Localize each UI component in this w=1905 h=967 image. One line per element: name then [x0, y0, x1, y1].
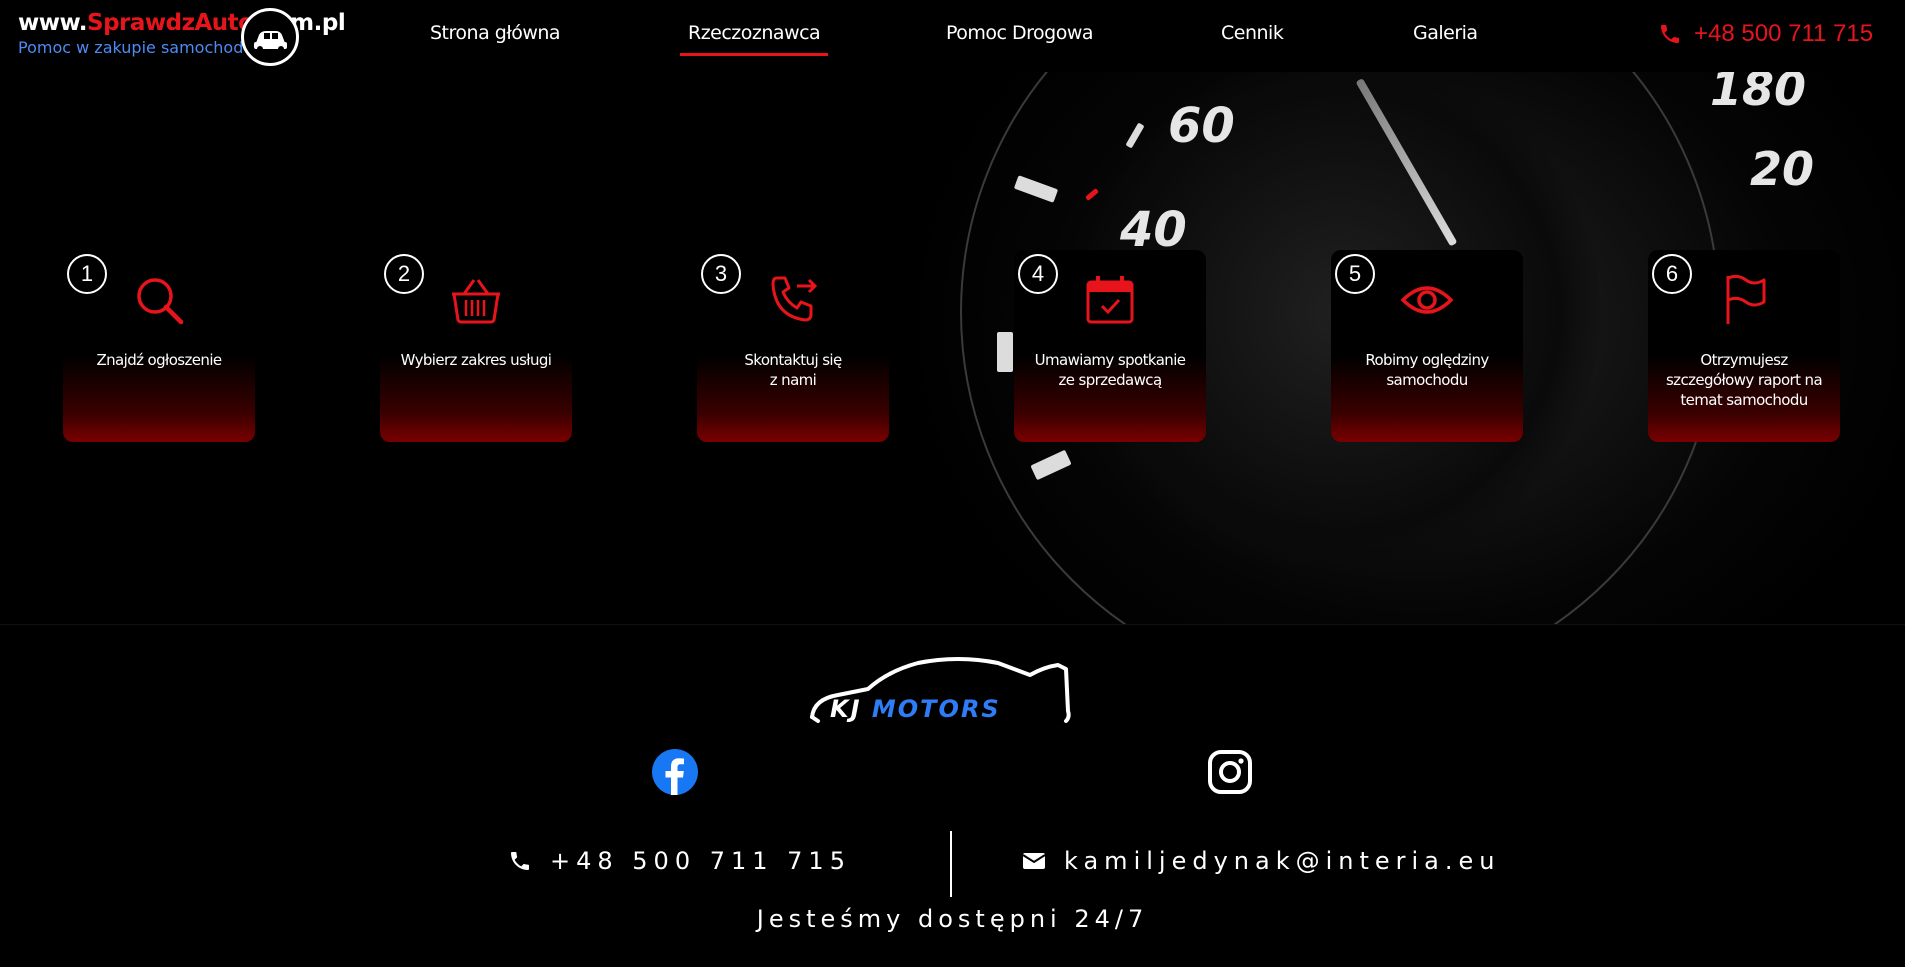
step-number-badge: 5 [1335, 254, 1375, 294]
envelope-icon [1022, 853, 1046, 869]
step-label: Otrzymujesz szczegółowy raport na temat sa… [1665, 351, 1823, 409]
logo-tagline: Pomoc w zakupie samochodu [18, 38, 254, 57]
process-step-5: 5 Robimy oględziny samochodu [1331, 250, 1523, 442]
site-logo[interactable]: www.SprawdzAuto.com.pl Pomoc w zakupie s… [16, 8, 346, 66]
brand-wordmark: KJ MOTORS [830, 695, 1001, 723]
step-label: Robimy oględziny samochodu [1365, 351, 1489, 389]
step-label: Umawiamy spotkanie ze sprzedawcą [1034, 351, 1186, 389]
process-step-1: 1 Znajdź ogłoszenie [63, 250, 255, 442]
basket-icon [452, 279, 500, 324]
phone-icon [511, 852, 529, 870]
header-phone-link[interactable]: +48 500 711 715 [1658, 20, 1873, 48]
flag-icon [1726, 274, 1766, 324]
calendar-check-icon [1086, 276, 1134, 324]
process-step-3: 3 Skontaktuj się z nami [697, 250, 889, 442]
gauge-number: 60 [1168, 98, 1235, 154]
process-step-2: 2 Wybierz zakres usługi [380, 250, 572, 442]
search-icon [137, 278, 184, 325]
footer-phone-link[interactable]: +48 500 711 715 [508, 847, 851, 875]
step-label: Skontaktuj się z nami [744, 351, 842, 389]
instagram-icon[interactable] [1207, 749, 1253, 795]
logo-car-badge-icon [241, 8, 299, 66]
site-footer: KJ MOTORS +48 500 711 715 kamiljedynak@i… [0, 624, 1905, 967]
nav-cennik[interactable]: Cennik [1221, 22, 1284, 44]
site-header: www.SprawdzAuto.com.pl Pomoc w zakupie s… [0, 0, 1905, 72]
gauge-tick [997, 332, 1013, 372]
facebook-icon[interactable] [652, 749, 698, 795]
eye-icon [1400, 286, 1454, 314]
nav-pomoc-drogowa[interactable]: Pomoc Drogowa [946, 22, 1094, 44]
header-phone-number: +48 500 711 715 [1694, 20, 1874, 47]
process-step-6: 6 Otrzymujesz szczegółowy raport na temat … [1648, 250, 1840, 442]
gauge-number: 20 [1750, 142, 1815, 196]
footer-phone-number: +48 500 711 715 [550, 847, 851, 875]
step-number-badge: 2 [384, 254, 424, 294]
step-number-badge: 1 [67, 254, 107, 294]
process-section: 60 40 180 20 1 Znajdź ogłoszenie 2 Wybie… [0, 72, 1905, 624]
phone-forward-icon [771, 276, 818, 322]
footer-email-link[interactable]: kamiljedynak@interia.eu [1022, 847, 1501, 875]
step-number-badge: 6 [1652, 254, 1692, 294]
nav-rzeczoznawca[interactable]: Rzeczoznawca [679, 22, 829, 56]
phone-icon [1661, 25, 1679, 43]
step-number-badge: 3 [701, 254, 741, 294]
availability-text: Jesteśmy dostępni 24/7 [756, 905, 1149, 933]
step-label: Wybierz zakres usługi [400, 351, 552, 369]
process-step-4: 4 Umawiamy spotkanie ze sprzedawcą [1014, 250, 1206, 442]
nav-galeria[interactable]: Galeria [1413, 22, 1478, 44]
contact-divider [950, 831, 952, 897]
step-number-badge: 4 [1018, 254, 1058, 294]
gauge-number: 180 [1710, 72, 1807, 116]
footer-email-address: kamiljedynak@interia.eu [1064, 847, 1501, 875]
step-label: Znajdź ogłoszenie [96, 351, 222, 369]
nav-home[interactable]: Strona główna [430, 22, 561, 44]
